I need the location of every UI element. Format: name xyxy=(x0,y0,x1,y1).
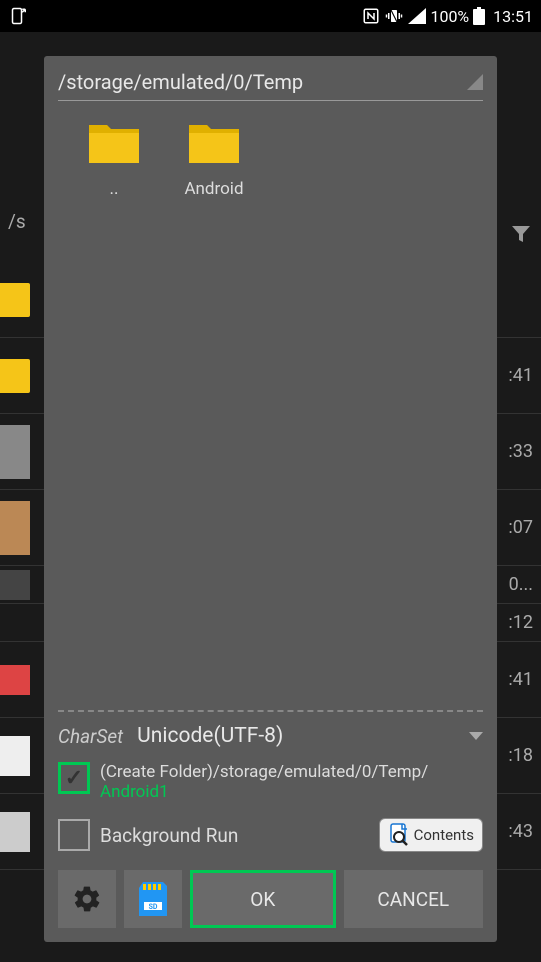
folder-label: .. xyxy=(110,179,119,199)
background-run-row: Background Run Contents xyxy=(58,806,483,864)
magnifier-document-icon xyxy=(388,823,410,847)
battery-percent: 100% xyxy=(430,7,469,26)
svg-text:SD: SD xyxy=(149,903,158,911)
signal-icon xyxy=(408,8,426,24)
bg-time-4: :12 xyxy=(508,612,533,633)
contents-button-label: Contents xyxy=(414,826,474,844)
sdcard-icon: SD xyxy=(139,882,167,916)
status-time: 13:51 xyxy=(493,7,533,26)
create-folder-checkbox[interactable] xyxy=(58,762,90,794)
charset-label: CharSet xyxy=(58,725,123,748)
background-run-checkbox[interactable] xyxy=(58,819,90,851)
ok-button[interactable]: OK xyxy=(190,870,336,928)
charset-dropdown[interactable]: CharSet Unicode(UTF-8) xyxy=(58,720,483,758)
separator xyxy=(58,710,483,712)
create-folder-text: (Create Folder)/storage/emulated/0/Temp/… xyxy=(100,762,483,802)
filter-icon xyxy=(509,222,533,246)
file-browser-dialog: /storage/emulated/0/Temp .. Android Char… xyxy=(44,56,497,942)
bg-time-2: :07 xyxy=(508,517,533,538)
charset-value: Unicode(UTF-8) xyxy=(137,724,469,748)
phone-outgoing-icon xyxy=(8,7,26,25)
contents-button[interactable]: Contents xyxy=(379,818,483,852)
folder-label: Android xyxy=(184,179,243,199)
create-folder-option: (Create Folder)/storage/emulated/0/Temp/… xyxy=(58,758,483,806)
ok-button-label: OK xyxy=(250,888,275,911)
status-bar: 100% 13:51 xyxy=(0,0,541,32)
cancel-button-label: CANCEL xyxy=(377,888,449,911)
sdcard-button[interactable]: SD xyxy=(124,870,182,928)
folder-grid: .. Android xyxy=(58,121,483,702)
path-expand-icon xyxy=(467,74,483,90)
folder-up[interactable]: .. xyxy=(74,121,154,199)
bg-time-7: :43 xyxy=(508,821,533,842)
battery-icon xyxy=(473,7,485,25)
cancel-button[interactable]: CANCEL xyxy=(344,870,484,928)
folder-icon xyxy=(187,121,241,165)
gear-icon xyxy=(72,884,102,914)
folder-icon xyxy=(87,121,141,165)
settings-button[interactable] xyxy=(58,870,116,928)
bg-time-1: :33 xyxy=(508,441,533,462)
vibrate-icon xyxy=(384,7,404,25)
create-folder-name: Android1 xyxy=(100,782,483,802)
current-path: /storage/emulated/0/Temp xyxy=(58,70,467,94)
bg-time-6: :18 xyxy=(508,745,533,766)
nfc-icon xyxy=(362,7,380,25)
bg-path-prefix: /s xyxy=(0,210,26,233)
background-run-label: Background Run xyxy=(100,824,369,847)
create-folder-path: (Create Folder)/storage/emulated/0/Temp/ xyxy=(100,762,428,782)
folder-android[interactable]: Android xyxy=(174,121,254,199)
chevron-down-icon xyxy=(469,732,483,740)
path-bar[interactable]: /storage/emulated/0/Temp xyxy=(58,70,483,101)
dialog-button-row: SD OK CANCEL xyxy=(58,870,483,928)
bg-time-0: :41 xyxy=(508,365,533,386)
bg-time-5: :41 xyxy=(508,669,533,690)
bg-time-3: 0... xyxy=(509,574,533,595)
